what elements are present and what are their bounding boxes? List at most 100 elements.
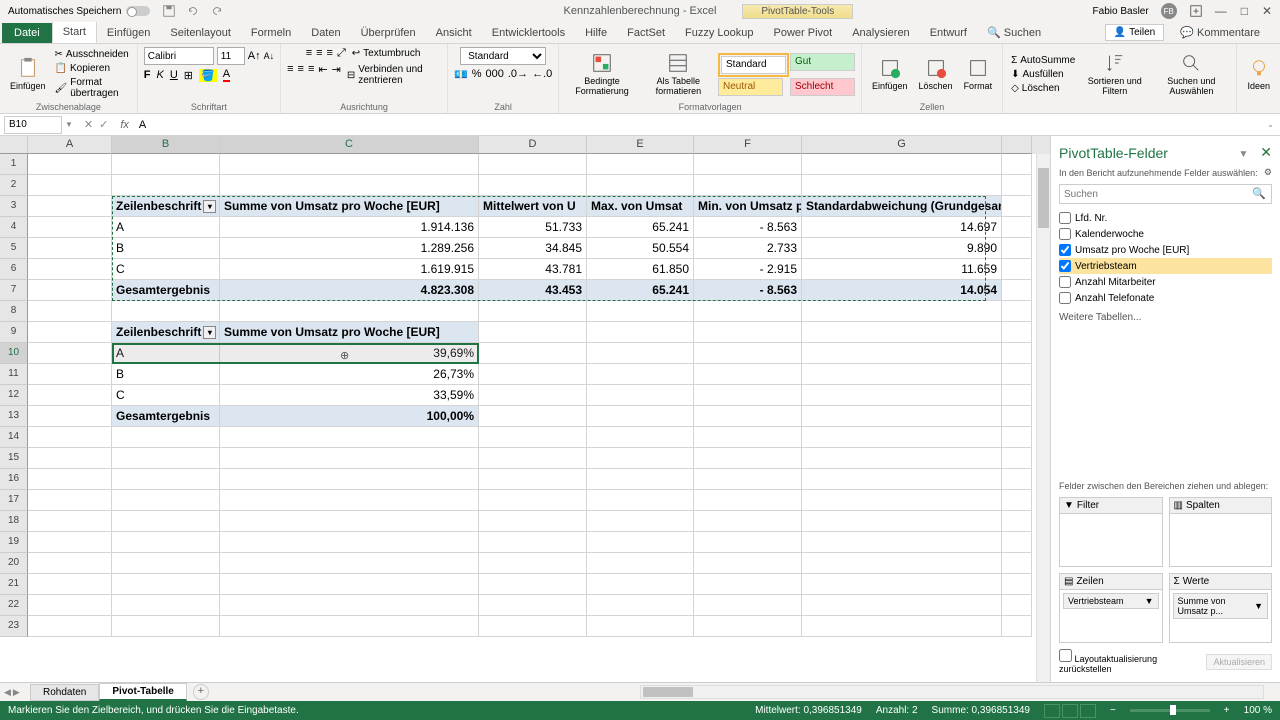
col-header-F[interactable]: F bbox=[694, 136, 802, 154]
conditional-format-button[interactable]: Bedingte Formatierung bbox=[565, 50, 638, 98]
number-format-select[interactable]: Standard bbox=[460, 47, 546, 65]
minimize-button[interactable]: — bbox=[1215, 4, 1227, 18]
cell[interactable] bbox=[28, 238, 112, 259]
cell[interactable] bbox=[479, 553, 587, 574]
row-header[interactable]: 16 bbox=[0, 469, 28, 490]
select-all-corner[interactable] bbox=[0, 136, 28, 154]
cell[interactable] bbox=[1002, 469, 1032, 490]
sheet-tab-pivot[interactable]: Pivot-Tabelle bbox=[99, 683, 187, 701]
cell[interactable]: - 8.563 bbox=[694, 217, 802, 238]
increase-decimal-icon[interactable]: .0→ bbox=[508, 68, 528, 81]
cell[interactable] bbox=[28, 259, 112, 280]
cell[interactable] bbox=[587, 448, 694, 469]
cell[interactable] bbox=[112, 553, 220, 574]
cell[interactable] bbox=[1002, 511, 1032, 532]
cell[interactable] bbox=[220, 574, 479, 595]
cell[interactable] bbox=[1002, 595, 1032, 616]
cell[interactable]: C bbox=[112, 259, 220, 280]
cell[interactable] bbox=[112, 511, 220, 532]
cell[interactable] bbox=[28, 301, 112, 322]
row-header[interactable]: 19 bbox=[0, 532, 28, 553]
cell[interactable]: 50.554 bbox=[587, 238, 694, 259]
cell[interactable] bbox=[802, 301, 1002, 322]
col-header-A[interactable]: A bbox=[28, 136, 112, 154]
row-header[interactable]: 15 bbox=[0, 448, 28, 469]
cell[interactable] bbox=[694, 406, 802, 427]
cell[interactable] bbox=[112, 154, 220, 175]
percent-icon[interactable]: % bbox=[472, 68, 482, 81]
cell[interactable]: Min. von Umsatz p bbox=[694, 196, 802, 217]
align-top-icon[interactable]: ≡ bbox=[306, 47, 312, 60]
cell[interactable]: 65.241 bbox=[587, 217, 694, 238]
cell[interactable] bbox=[112, 490, 220, 511]
cell[interactable] bbox=[802, 175, 1002, 196]
cell[interactable] bbox=[220, 616, 479, 637]
tab-analysieren[interactable]: Analysieren bbox=[842, 23, 919, 43]
cell[interactable] bbox=[587, 322, 694, 343]
save-icon[interactable] bbox=[162, 4, 176, 18]
cell[interactable] bbox=[479, 469, 587, 490]
cell[interactable]: - 2.915 bbox=[694, 259, 802, 280]
row-header[interactable]: 2 bbox=[0, 175, 28, 196]
columns-area[interactable]: ▥Spalten bbox=[1169, 497, 1273, 567]
search-tab[interactable]: 🔍 Suchen bbox=[977, 22, 1051, 43]
cell[interactable] bbox=[802, 469, 1002, 490]
cell[interactable] bbox=[587, 427, 694, 448]
format-painter-button[interactable]: 🖌 Format übertragen bbox=[53, 76, 131, 100]
cell[interactable] bbox=[112, 532, 220, 553]
add-sheet-button[interactable]: + bbox=[193, 684, 209, 700]
copy-button[interactable]: 📋 Kopieren bbox=[53, 62, 131, 75]
insert-cells-button[interactable]: Einfügen bbox=[868, 55, 912, 93]
row-header[interactable]: 3 bbox=[0, 196, 28, 217]
cell[interactable] bbox=[479, 364, 587, 385]
tab-formeln[interactable]: Formeln bbox=[241, 23, 301, 43]
tab-ueberpruefen[interactable]: Überprüfen bbox=[351, 23, 426, 43]
cell[interactable] bbox=[694, 595, 802, 616]
cell[interactable] bbox=[479, 490, 587, 511]
row-header[interactable]: 9 bbox=[0, 322, 28, 343]
cell[interactable]: 61.850 bbox=[587, 259, 694, 280]
filter-area[interactable]: ▼Filter bbox=[1059, 497, 1163, 567]
cell[interactable] bbox=[112, 448, 220, 469]
cell[interactable]: B bbox=[112, 364, 220, 385]
cell[interactable]: 4.823.308 bbox=[220, 280, 479, 301]
increase-font-icon[interactable]: A↑ bbox=[248, 50, 261, 62]
find-select-button[interactable]: Suchen und Auswählen bbox=[1152, 50, 1230, 98]
cell[interactable] bbox=[28, 616, 112, 637]
autosum-button[interactable]: Σ AutoSumme bbox=[1009, 54, 1077, 67]
cell[interactable] bbox=[28, 532, 112, 553]
cell[interactable] bbox=[28, 280, 112, 301]
cell[interactable] bbox=[1002, 175, 1032, 196]
cell[interactable]: 39,69% bbox=[220, 343, 479, 364]
cell[interactable] bbox=[1002, 217, 1032, 238]
cell[interactable] bbox=[479, 301, 587, 322]
file-tab[interactable]: Datei bbox=[2, 23, 52, 43]
gear-icon[interactable]: ⚙ bbox=[1264, 167, 1272, 178]
zoom-out-icon[interactable]: − bbox=[1110, 705, 1116, 716]
row-header[interactable]: 17 bbox=[0, 490, 28, 511]
currency-icon[interactable]: 💶 bbox=[454, 68, 468, 81]
align-middle-icon[interactable]: ≡ bbox=[316, 47, 322, 60]
close-button[interactable]: ✕ bbox=[1262, 4, 1272, 18]
cell[interactable] bbox=[1002, 238, 1032, 259]
align-bottom-icon[interactable]: ≡ bbox=[327, 47, 333, 60]
cell[interactable] bbox=[587, 175, 694, 196]
cell[interactable] bbox=[1002, 385, 1032, 406]
cell[interactable] bbox=[802, 343, 1002, 364]
cell[interactable] bbox=[1002, 343, 1032, 364]
horizontal-scrollbar[interactable] bbox=[640, 685, 1264, 699]
cell[interactable] bbox=[1002, 553, 1032, 574]
cell[interactable] bbox=[802, 532, 1002, 553]
cell[interactable]: 2.733 bbox=[694, 238, 802, 259]
row-header[interactable]: 4 bbox=[0, 217, 28, 238]
orientation-icon[interactable]: ⤢ bbox=[337, 47, 346, 60]
cell[interactable]: A bbox=[112, 217, 220, 238]
cell[interactable] bbox=[28, 511, 112, 532]
page-break-view-icon[interactable] bbox=[1080, 704, 1096, 718]
cell[interactable] bbox=[1002, 259, 1032, 280]
cell[interactable] bbox=[28, 595, 112, 616]
cell[interactable] bbox=[694, 574, 802, 595]
cell[interactable] bbox=[802, 385, 1002, 406]
cell[interactable] bbox=[694, 364, 802, 385]
cell[interactable] bbox=[694, 154, 802, 175]
